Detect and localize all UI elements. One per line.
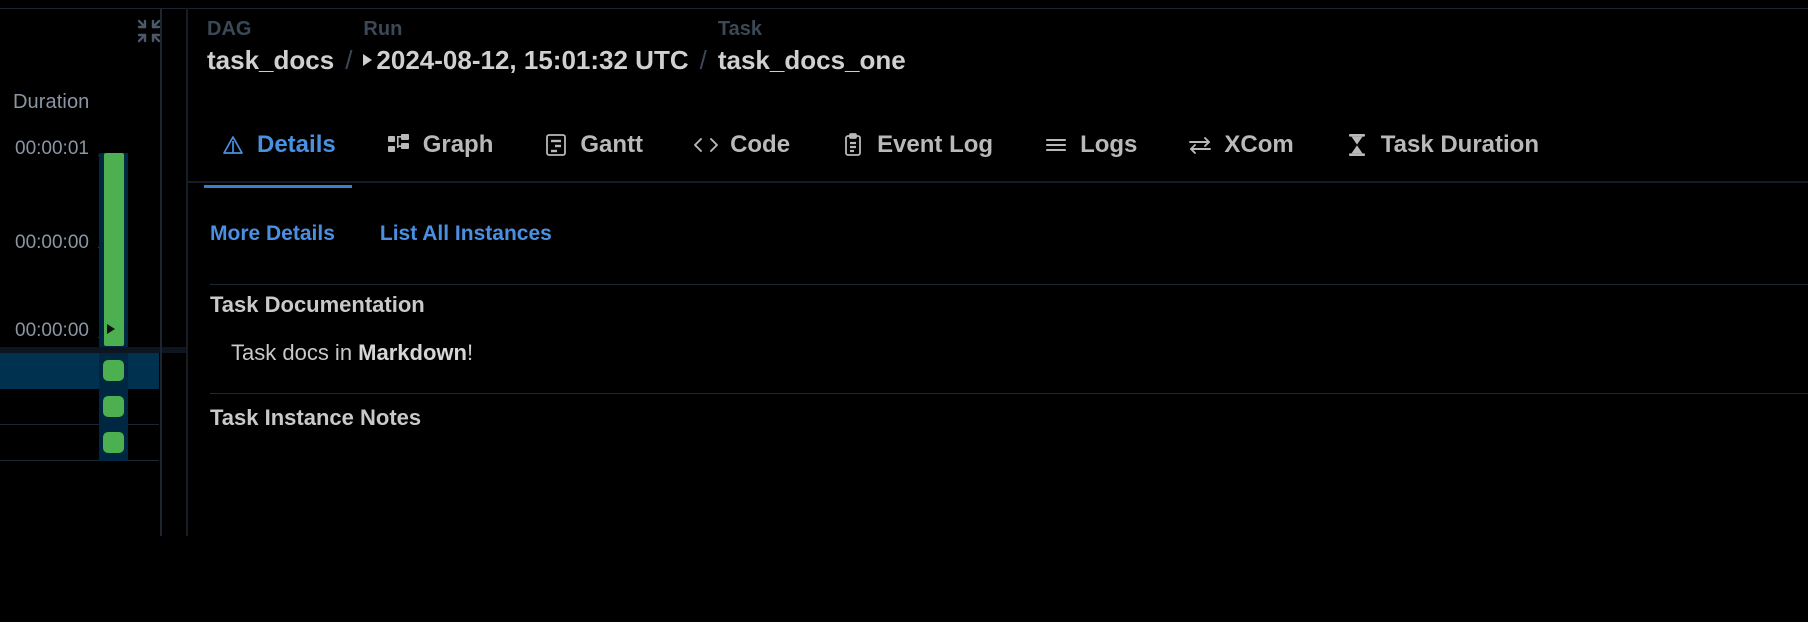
clipboard-list-icon: [840, 132, 866, 158]
triangle-alert-icon: [220, 132, 246, 158]
tab-event-log-label: Event Log: [877, 131, 994, 158]
tab-xcom[interactable]: XCom: [1179, 125, 1301, 165]
tab-task-duration[interactable]: Task Duration: [1336, 125, 1547, 165]
page-footer: [186, 536, 1808, 622]
grid-row-selected[interactable]: [0, 353, 159, 389]
breadcrumb-run: Run 2024-08-12, 15:01:32 UTC: [363, 16, 689, 76]
hamburger-lines-icon: [1043, 132, 1069, 158]
more-details-link[interactable]: More Details: [210, 222, 335, 246]
breadcrumb: DAG task_docs / Run 2024-08-12, 15:01:32…: [207, 16, 906, 76]
tab-details-label: Details: [257, 131, 336, 158]
tab-code-label: Code: [730, 131, 791, 158]
breadcrumb-separator: /: [699, 45, 707, 75]
duration-bar[interactable]: [104, 153, 124, 346]
doc-text-prefix: Task docs in: [231, 340, 359, 365]
breadcrumb-dag-value[interactable]: task_docs: [207, 44, 334, 76]
duration-axis-title: Duration: [13, 91, 90, 113]
doc-text-suffix: !: [466, 340, 474, 365]
graph-nodes-icon: [386, 132, 412, 158]
detail-panel: DAG task_docs / Run 2024-08-12, 15:01:32…: [186, 0, 1808, 622]
breadcrumb-run-kind: Run: [363, 18, 403, 40]
tab-code[interactable]: Code: [685, 125, 798, 165]
section-divider: [210, 393, 1808, 394]
task-status-square-success[interactable]: [103, 432, 124, 453]
duration-bar-caret-icon: [107, 324, 115, 334]
tab-graph-label: Graph: [422, 131, 494, 158]
tab-details[interactable]: Details: [204, 125, 352, 188]
detail-top-divider: [186, 8, 1808, 9]
tab-graph[interactable]: Graph: [378, 125, 502, 165]
tab-xcom-label: XCom: [1224, 131, 1294, 158]
breadcrumb-task-value[interactable]: task_docs_one: [718, 44, 906, 76]
grid-panel-top-divider: [0, 8, 186, 9]
gantt-chart-icon: [543, 132, 569, 158]
grid-panel: Duration 00:00:01 00:00:00 00:00:00: [0, 0, 186, 622]
duration-tick-1: 00:00:01: [15, 138, 89, 159]
tab-logs[interactable]: Logs: [1035, 125, 1145, 165]
breadcrumb-separator: /: [345, 45, 353, 75]
breadcrumb-run-value[interactable]: 2024-08-12, 15:01:32 UTC: [363, 44, 689, 76]
task-documentation-heading: Task Documentation: [210, 292, 425, 317]
tab-bar-divider: [188, 181, 1808, 183]
breadcrumb-dag: DAG task_docs: [207, 16, 334, 76]
detail-sublinks: More Details List All Instances: [210, 222, 552, 246]
duration-tick-3: 00:00:00: [15, 320, 89, 341]
details-content: More Details List All Instances Task Doc…: [188, 196, 1808, 536]
task-documentation-body: Task docs in Markdown!: [231, 340, 473, 366]
tab-gantt-label: Gantt: [580, 131, 644, 158]
breadcrumb-task: Task task_docs_one: [718, 16, 906, 76]
section-divider: [210, 284, 1808, 285]
task-instance-notes-heading: Task Instance Notes: [210, 405, 422, 430]
doc-text-bold: Markdown: [358, 340, 467, 365]
breadcrumb-task-kind: Task: [717, 18, 762, 40]
breadcrumb-run-text: 2024-08-12, 15:01:32 UTC: [376, 45, 689, 75]
airflow-task-instance-page: Duration 00:00:01 00:00:00 00:00:00 DAG …: [0, 0, 1808, 622]
run-caret-icon: [363, 54, 373, 66]
task-status-square-success[interactable]: [103, 360, 124, 381]
duration-tick-2: 00:00:00: [15, 232, 89, 253]
hourglass-icon: [1344, 132, 1370, 158]
tab-logs-label: Logs: [1080, 131, 1138, 158]
tab-task-duration-label: Task Duration: [1380, 131, 1539, 158]
angle-brackets-icon: [693, 132, 719, 158]
panel-divider: [160, 8, 162, 536]
grid-row[interactable]: [0, 389, 159, 425]
list-all-instances-link[interactable]: List All Instances: [380, 222, 552, 246]
tab-event-log[interactable]: Event Log: [832, 125, 1001, 165]
grid-row[interactable]: [0, 425, 159, 461]
tab-bar: Details Graph Gantt Code Event Log Logs …: [186, 108, 1808, 188]
exchange-arrows-icon: [1187, 132, 1213, 158]
task-status-square-success[interactable]: [103, 396, 124, 417]
tab-gantt[interactable]: Gantt: [535, 125, 651, 165]
breadcrumb-dag-kind: DAG: [207, 18, 252, 40]
